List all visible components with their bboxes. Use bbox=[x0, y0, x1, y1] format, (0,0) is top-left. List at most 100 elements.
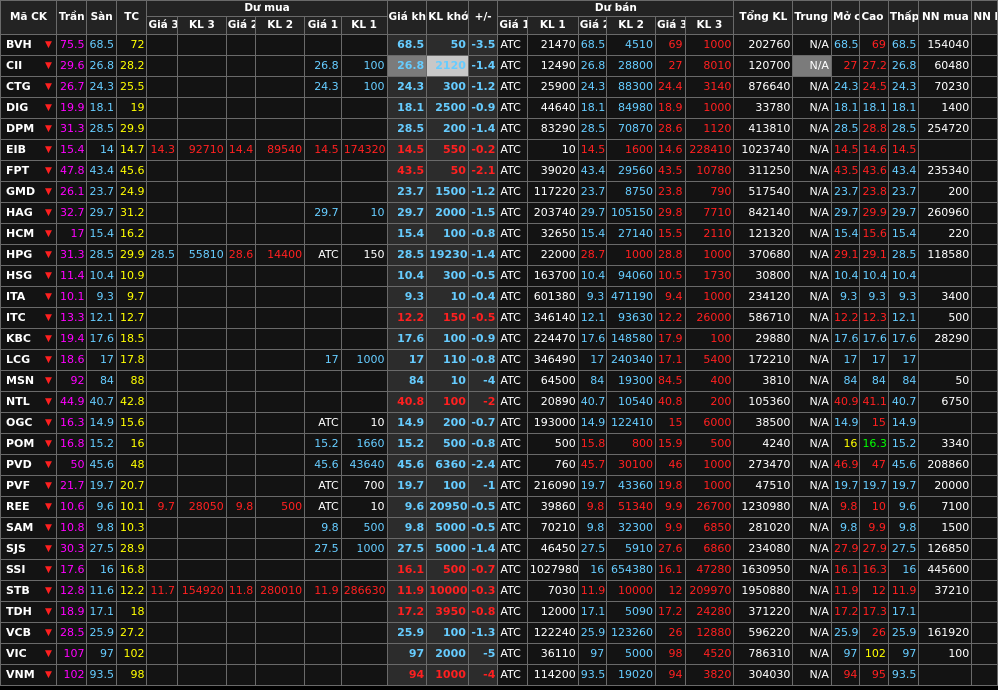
cell-sym[interactable]: HSG ▼ bbox=[0, 265, 57, 287]
cell-sym[interactable]: VNM ▼ bbox=[0, 664, 57, 686]
table-row[interactable]: MSN ▼ 92 84 88 84 10 -4 ATC 64500 84 19300 84.5 400 38… bbox=[0, 370, 998, 392]
cell-sym[interactable]: HPG ▼ bbox=[0, 244, 57, 266]
table-row[interactable]: OGC ▼ 16.3 14.9 15.6 ATC 10 14.9 200 -0.7 ATC 19300… bbox=[0, 412, 998, 434]
symbol-label[interactable]: REE bbox=[6, 500, 30, 513]
symbol-label[interactable]: PVF bbox=[6, 479, 30, 492]
table-row[interactable]: VIC ▼ 107 97 102 97 2000 -5 ATC 36110 97 5000 98 4520… bbox=[0, 643, 998, 665]
symbol-label[interactable]: TDH bbox=[6, 605, 32, 618]
header-nn-sell[interactable]: NN bán bbox=[971, 0, 998, 35]
symbol-label[interactable]: PVD bbox=[6, 458, 32, 471]
symbol-label[interactable]: CII bbox=[6, 59, 22, 72]
table-row[interactable]: EIB ▼ 15.4 14 14.7 14.3 92710 14.4 89540 14.5 1743… bbox=[0, 139, 998, 161]
cell-sym[interactable]: STB ▼ bbox=[0, 580, 57, 602]
symbol-label[interactable]: GMD bbox=[6, 185, 35, 198]
table-row[interactable]: PVD ▼ 50 45.6 48 45.6 43640 45.6 6360 -2.4 ATC 760 4… bbox=[0, 454, 998, 476]
cell-sym[interactable]: SSI ▼ bbox=[0, 559, 57, 581]
table-row[interactable]: CTG ▼ 26.7 24.3 25.5 24.3 100 24.3 300 -1.2 ATC 259… bbox=[0, 76, 998, 98]
header-ref[interactable]: TC bbox=[115, 0, 148, 35]
cell-sym[interactable]: POM ▼ bbox=[0, 433, 57, 455]
symbol-label[interactable]: CTG bbox=[6, 80, 31, 93]
cell-sym[interactable]: REE ▼ bbox=[0, 496, 57, 518]
table-row[interactable]: BVH ▼ 75.5 68.5 72 68.5 50 -3.5 ATC 21470 68.5 4510… bbox=[0, 34, 998, 56]
symbol-label[interactable]: SSI bbox=[6, 563, 25, 576]
symbol-label[interactable]: ITA bbox=[6, 290, 25, 303]
symbol-label[interactable]: HPG bbox=[6, 248, 32, 261]
cell-sym[interactable]: ITC ▼ bbox=[0, 307, 57, 329]
symbol-label[interactable]: HAG bbox=[6, 206, 33, 219]
table-row[interactable]: NTL ▼ 44.9 40.7 42.8 40.8 100 -2 ATC 20890 40.7 105… bbox=[0, 391, 998, 413]
symbol-label[interactable]: STB bbox=[6, 584, 30, 597]
cell-sym[interactable]: KBC ▼ bbox=[0, 328, 57, 350]
cell-sym[interactable]: PVF ▼ bbox=[0, 475, 57, 497]
cell-sym[interactable]: VIC ▼ bbox=[0, 643, 57, 665]
symbol-label[interactable]: KBC bbox=[6, 332, 31, 345]
table-row[interactable]: HPG ▼ 31.3 28.5 29.9 28.5 55810 28.6 14400 ATC 150… bbox=[0, 244, 998, 266]
header-ceiling[interactable]: Trần bbox=[55, 0, 88, 35]
header-floor[interactable]: Sàn bbox=[86, 0, 117, 35]
table-row[interactable]: STB ▼ 12.8 11.6 12.2 11.7 154920 11.8 280010 11.9… bbox=[0, 580, 998, 602]
table-row[interactable]: HSG ▼ 11.4 10.4 10.9 10.4 300 -0.5 ATC 163700 10.4… bbox=[0, 265, 998, 287]
cell-sym[interactable]: VCB ▼ bbox=[0, 622, 57, 644]
table-row[interactable]: REE ▼ 10.6 9.6 10.1 9.7 28050 9.8 500 ATC 10 9.6 209… bbox=[0, 496, 998, 518]
table-row[interactable]: HCM ▼ 17 15.4 16.2 15.4 100 -0.8 ATC 32650 15.4 271… bbox=[0, 223, 998, 245]
symbol-label[interactable]: HCM bbox=[6, 227, 34, 240]
header-symbol[interactable]: Mã CK bbox=[0, 0, 57, 35]
cell-sym[interactable]: ITA ▼ bbox=[0, 286, 57, 308]
cell-sym[interactable]: PVD ▼ bbox=[0, 454, 57, 476]
header-total-vol[interactable]: Tổng KL bbox=[733, 0, 794, 35]
table-row[interactable]: POM ▼ 16.8 15.2 16 15.2 1660 15.2 500 -0.8 ATC 500 1… bbox=[0, 433, 998, 455]
table-row[interactable]: FPT ▼ 47.8 43.4 45.6 43.5 50 -2.1 ATC 39020 43.4 29… bbox=[0, 160, 998, 182]
cell-sym[interactable]: OGC ▼ bbox=[0, 412, 57, 434]
symbol-label[interactable]: DIG bbox=[6, 101, 28, 114]
header-average[interactable]: Trung bình bbox=[792, 0, 832, 35]
symbol-label[interactable]: VNM bbox=[6, 668, 35, 681]
table-row[interactable]: LCG ▼ 18.6 17 17.8 17 1000 17 110 -0.8 ATC 346490 17… bbox=[0, 349, 998, 371]
table-row[interactable]: GMD ▼ 26.1 23.7 24.9 23.7 1500 -1.2 ATC 117220 23.… bbox=[0, 181, 998, 203]
cell-sym[interactable]: DIG ▼ bbox=[0, 97, 57, 119]
symbol-label[interactable]: VCB bbox=[6, 626, 31, 639]
table-row[interactable]: SSI ▼ 17.6 16 16.8 16.1 500 -0.7 ATC 1027980 16 654… bbox=[0, 559, 998, 581]
cell-sym[interactable]: MSN ▼ bbox=[0, 370, 57, 392]
cell-sym[interactable]: CII ▼ bbox=[0, 55, 57, 77]
symbol-label[interactable]: MSN bbox=[6, 374, 34, 387]
cell-sym[interactable]: SAM ▼ bbox=[0, 517, 57, 539]
symbol-label[interactable]: SJS bbox=[6, 542, 26, 555]
cell-sym[interactable]: GMD ▼ bbox=[0, 181, 57, 203]
table-row[interactable]: VCB ▼ 28.5 25.9 27.2 25.9 100 -1.3 ATC 122240 25.9… bbox=[0, 622, 998, 644]
symbol-label[interactable]: NTL bbox=[6, 395, 30, 408]
header-high[interactable]: Cao nhất bbox=[859, 0, 889, 35]
cell-sym[interactable]: TDH ▼ bbox=[0, 601, 57, 623]
symbol-label[interactable]: SAM bbox=[6, 521, 33, 534]
symbol-label[interactable]: DPM bbox=[6, 122, 34, 135]
cell-sym[interactable]: SJS ▼ bbox=[0, 538, 57, 560]
symbol-label[interactable]: FPT bbox=[6, 164, 29, 177]
table-row[interactable]: TDH ▼ 18.9 17.1 18 17.2 3950 -0.8 ATC 12000 17.1 50… bbox=[0, 601, 998, 623]
table-row[interactable]: DIG ▼ 19.9 18.1 19 18.1 2500 -0.9 ATC 44640 18.1 84… bbox=[0, 97, 998, 119]
symbol-label[interactable]: HSG bbox=[6, 269, 32, 282]
table-row[interactable]: CII ▼ 29.6 26.8 28.2 26.8 100 26.8 2120 -1.4 ATC 12… bbox=[0, 55, 998, 77]
symbol-label[interactable]: ITC bbox=[6, 311, 26, 324]
table-row[interactable]: DPM ▼ 31.3 28.5 29.9 28.5 200 -1.4 ATC 83290 28.5 7… bbox=[0, 118, 998, 140]
header-open[interactable]: Mở cửa bbox=[830, 0, 861, 35]
table-row[interactable]: KBC ▼ 19.4 17.6 18.5 17.6 100 -0.9 ATC 224470 17.6… bbox=[0, 328, 998, 350]
table-row[interactable]: VNM ▼ 102 93.5 98 94 1000 -4 ATC 114200 93.5 19020 9… bbox=[0, 664, 998, 686]
header-change[interactable]: +/- bbox=[467, 0, 499, 35]
cell-sym[interactable]: NTL ▼ bbox=[0, 391, 57, 413]
symbol-label[interactable]: LCG bbox=[6, 353, 30, 366]
cell-sym[interactable]: FPT ▼ bbox=[0, 160, 57, 182]
cell-sym[interactable]: DPM ▼ bbox=[0, 118, 57, 140]
cell-sym[interactable]: HCM ▼ bbox=[0, 223, 57, 245]
symbol-label[interactable]: OGC bbox=[6, 416, 32, 429]
cell-sym[interactable]: EIB ▼ bbox=[0, 139, 57, 161]
cell-sym[interactable]: CTG ▼ bbox=[0, 76, 57, 98]
table-row[interactable]: PVF ▼ 21.7 19.7 20.7 ATC 700 19.7 100 -1 ATC 216090… bbox=[0, 475, 998, 497]
header-match-price[interactable]: Giá khớp bbox=[386, 0, 428, 35]
header-low[interactable]: Thấp nhất bbox=[887, 0, 920, 35]
cell-sym[interactable]: BVH ▼ bbox=[0, 34, 57, 56]
table-row[interactable]: ITA ▼ 10.1 9.3 9.7 9.3 10 -0.4 ATC 601380 9.3 47119… bbox=[0, 286, 998, 308]
cell-sym[interactable]: HAG ▼ bbox=[0, 202, 57, 224]
symbol-label[interactable]: POM bbox=[6, 437, 34, 450]
symbol-label[interactable]: BVH bbox=[6, 38, 32, 51]
table-row[interactable]: ITC ▼ 13.3 12.1 12.7 12.2 150 -0.5 ATC 346140 12.1… bbox=[0, 307, 998, 329]
header-nn-buy[interactable]: NN mua bbox=[918, 0, 973, 35]
